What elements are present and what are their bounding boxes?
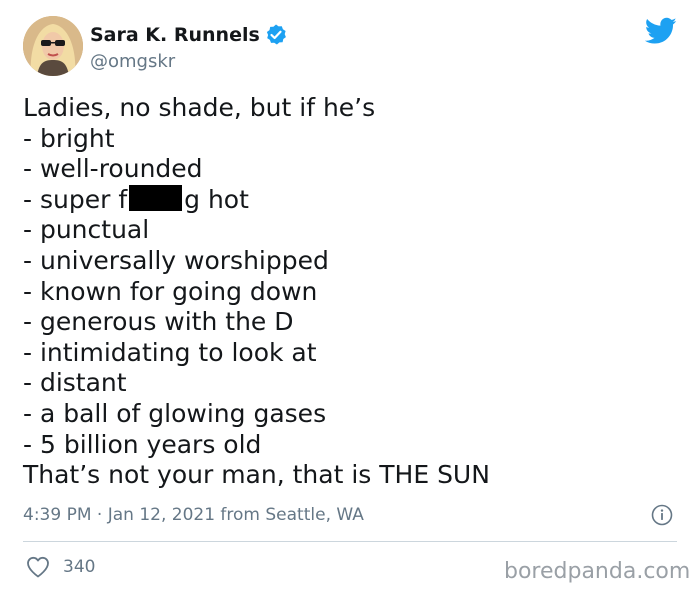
author-handle[interactable]: @omgskr (90, 50, 175, 74)
author-display-name[interactable]: Sara K. Runnels (90, 22, 260, 48)
tweet-line: - bright (23, 123, 115, 153)
tweet-text: Ladies, no shade, but if he’s - bright - w… (23, 93, 673, 491)
like-count[interactable]: 340 (63, 555, 95, 579)
tweet-line: That’s not your man, that is THE SUN (23, 460, 490, 490)
twitter-bird-icon[interactable] (644, 17, 677, 45)
heart-outline-icon[interactable] (25, 555, 51, 579)
tweet-line: - well-rounded (23, 154, 203, 184)
tweet-line: - punctual (23, 215, 150, 245)
verified-badge-icon (264, 23, 288, 47)
watermark: boredpanda.com (504, 559, 691, 584)
tweet-line: - intimidating to look at (23, 337, 317, 367)
redaction-block (129, 184, 183, 211)
tweet-line-text: g hot (184, 184, 249, 214)
tweet-line: - super f g hot (23, 184, 673, 216)
info-circle-icon[interactable] (651, 504, 673, 526)
tweet-line: - generous with the D (23, 307, 294, 337)
tweet-card: Sara K. Runnels @omgskr Ladies, no shade… (0, 0, 700, 593)
tweet-line: Ladies, no shade, but if he’s (23, 93, 376, 122)
tweet-line: - known for going down (23, 276, 318, 306)
tweet-timestamp[interactable]: 4:39 PM · Jan 12, 2021 from Seattle, WA (23, 503, 364, 527)
divider (23, 541, 677, 542)
author-name-row[interactable]: Sara K. Runnels (90, 22, 288, 48)
tweet-line-text: - super f (23, 184, 128, 214)
tweet-line: - a ball of glowing gases (23, 398, 327, 428)
tweet-line: - 5 billion years old (23, 429, 262, 459)
tweet-line: - universally worshipped (23, 245, 329, 275)
tweet-line: - distant (23, 368, 127, 398)
avatar[interactable] (23, 16, 83, 76)
